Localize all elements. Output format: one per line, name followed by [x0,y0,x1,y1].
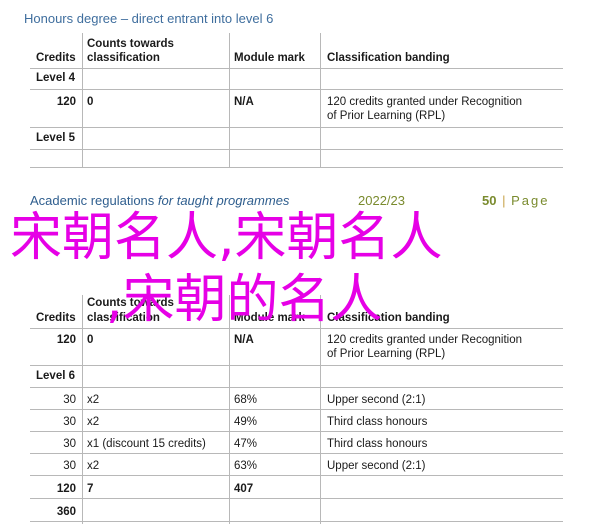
header-module-mark: Module mark [234,52,305,64]
cell-total-mark: 407 [234,483,254,495]
overlay-text-line2: ,宋朝的名人 [106,270,383,330]
cell-mark: 49% [234,416,258,428]
row-divider [30,521,563,522]
page-separator: | [502,193,506,208]
cell-credits: 30 [63,460,76,472]
row-divider [30,453,563,454]
cell-total-counts: 7 [87,483,94,495]
cell-banding-line2: of Prior Learning (RPL) [327,348,446,360]
header-credits: Credits [36,312,76,324]
cell-counts: x2 [87,416,100,428]
row-divider [30,498,563,499]
footer-title-regular: Academic regulations [30,193,155,208]
cell-counts: x2 [87,394,100,406]
cell-mark: 63% [234,460,258,472]
cell-counts: x2 [87,460,100,472]
cell-counts: 0 [87,96,94,108]
cell-mark: N/A [234,96,254,108]
cell-banding: Upper second (2:1) [327,394,426,406]
cell-credits: 30 [63,416,76,428]
cell-banding-line2: of Prior Learning (RPL) [327,110,446,122]
row-divider [30,167,563,168]
page-number: 50 [482,193,497,208]
footer-title: Academic regulations for taught programm… [30,193,289,208]
footer-title-italic: for taught programmes [157,193,290,208]
cell-banding: Third class honours [327,416,428,428]
cell-counts: 0 [87,334,94,346]
cell-banding-line1: 120 credits granted under Recognition [327,334,522,346]
overlay-text-line1: 宋朝名人,宋朝名人 [10,208,443,268]
cell-banding: Upper second (2:1) [327,460,426,472]
header-counts-line1: Counts towards [87,38,174,50]
footer-page: 50 | Page [482,193,549,208]
row-divider [30,68,563,69]
column-divider [320,33,321,167]
row-divider [30,149,563,150]
cell-credits: 120 [56,96,76,108]
cell-banding: Third class honours [327,438,428,450]
cell-mark: N/A [234,334,254,346]
cell-mark: 68% [234,394,258,406]
cell-credits: 30 [63,394,76,406]
header-credits: Credits [36,52,76,64]
level-4-label: Level 4 [36,72,75,84]
cell-mark: 47% [234,438,258,450]
row-divider [30,409,563,410]
row-divider [30,387,563,388]
row-divider [30,365,563,366]
column-divider [82,33,83,167]
column-divider [229,33,230,167]
row-divider [30,431,563,432]
level-5-label: Level 5 [36,132,75,144]
cell-counts: x1 (discount 15 credits) [87,438,206,450]
row-divider [30,89,563,90]
row-divider [30,127,563,128]
header-classification: Classification banding [327,52,450,64]
cell-credits: 120 [56,334,76,346]
header-counts-line2: classification [87,52,160,64]
cell-banding-line1: 120 credits granted under Recognition [327,96,522,108]
page-word: Page [511,193,550,208]
footer-year: 2022/23 [358,193,405,208]
row-divider [30,475,563,476]
cell-total-credits: 120 [56,483,76,495]
cell-grand-total: 360 [56,506,76,518]
cell-credits: 30 [63,438,76,450]
level-6-label: Level 6 [36,370,75,382]
section-title: Honours degree – direct entrant into lev… [24,11,274,26]
